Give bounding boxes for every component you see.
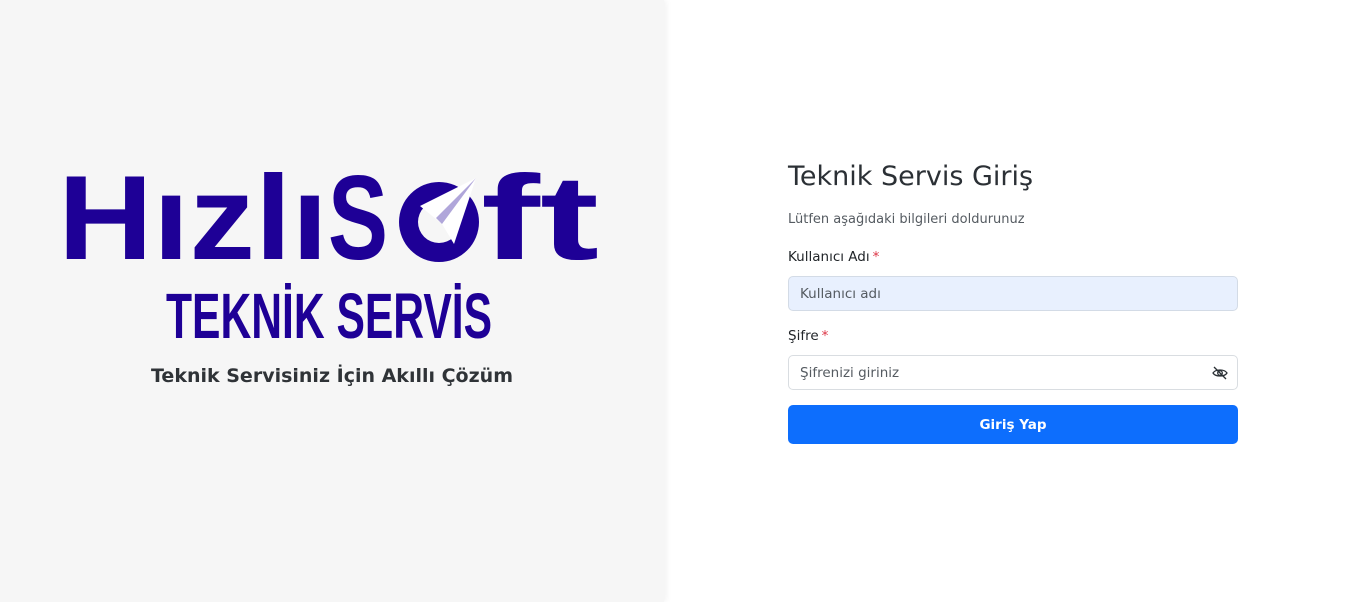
username-label-text: Kullanıcı Adı	[788, 249, 870, 265]
password-input[interactable]	[788, 355, 1238, 390]
paper-plane-icon	[399, 178, 479, 262]
password-field-wrap	[788, 355, 1238, 390]
logo-wordmark: Hızlı S ft	[58, 166, 599, 262]
required-marker: *	[821, 328, 829, 344]
form-subtitle: Lütfen aşağıdaki bilgileri doldurunuz	[788, 212, 1025, 227]
logo-subtitle-text: TEKNİK SERVİS	[166, 280, 492, 342]
brand-panel: Hızlı S ft TEKNİK SERVİS Teknik Servisin…	[0, 0, 664, 602]
username-field-wrap	[788, 276, 1238, 311]
username-input[interactable]	[788, 276, 1238, 311]
eye-slash-icon[interactable]	[1211, 364, 1229, 382]
logo-subtitle: TEKNİK SERVİS	[166, 280, 492, 342]
page-title: Teknik Servis Giriş	[788, 161, 1034, 192]
username-label: Kullanıcı Adı *	[788, 248, 1238, 266]
logo-word-s: S	[328, 166, 388, 262]
password-label: Şifre *	[788, 327, 1238, 345]
password-label-text: Şifre	[788, 328, 819, 344]
logo-word-ft: ft	[481, 166, 599, 262]
login-button[interactable]: Giriş Yap	[788, 405, 1238, 444]
form-panel: Teknik Servis Giriş Lütfen aşağıdaki bil…	[664, 0, 1350, 602]
login-form: Teknik Servis Giriş Lütfen aşağıdaki bil…	[788, 157, 1238, 444]
logo-word-hizli: Hızlı	[58, 166, 328, 262]
login-page: Hızlı S ft TEKNİK SERVİS Teknik Servisin…	[0, 0, 1350, 602]
tagline: Teknik Servisiniz İçin Akıllı Çözüm	[151, 365, 513, 387]
required-marker: *	[872, 249, 880, 265]
